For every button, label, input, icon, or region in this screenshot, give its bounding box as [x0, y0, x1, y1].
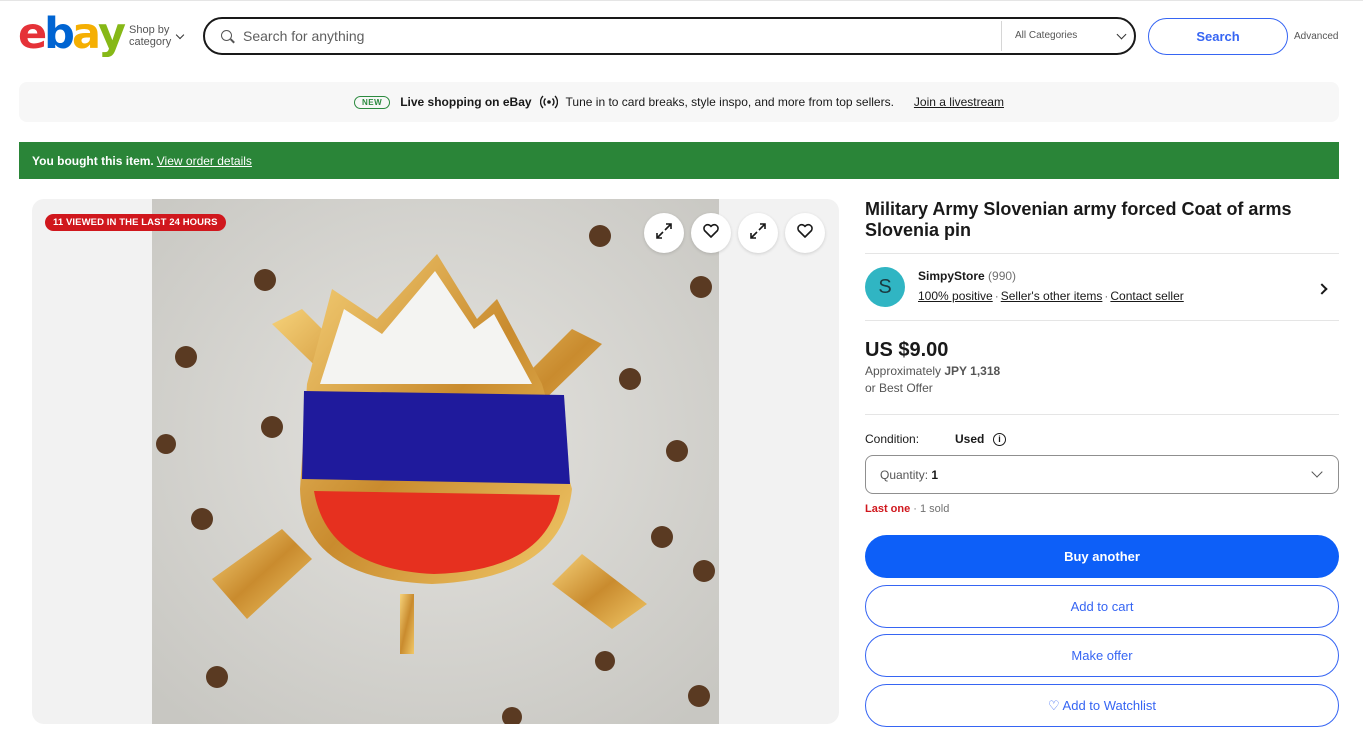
seller-other-items-link[interactable]: Seller's other items [1001, 289, 1103, 303]
watch-heart-button[interactable] [785, 213, 825, 253]
new-badge: NEW [354, 95, 391, 109]
approx-price: Approximately JPY 1,318 [865, 364, 1000, 378]
item-title: Military Army Slovenian army forced Coat… [865, 199, 1292, 240]
purchase-banner: You bought this item. View order details [19, 142, 1339, 179]
viewed-count-badge: 11 VIEWED IN THE LAST 24 HOURS [45, 214, 226, 231]
logo-letter-e: e [18, 9, 47, 59]
image-gallery: 11 VIEWED IN THE LAST 24 HOURS [32, 199, 839, 724]
chevron-down-icon[interactable] [175, 30, 185, 40]
divider [865, 320, 1339, 321]
add-to-cart-button[interactable]: Add to cart [865, 585, 1339, 628]
expand-button[interactable] [644, 213, 684, 253]
quantity-label: Quantity: 1 [880, 468, 938, 482]
chevron-down-icon [1311, 466, 1323, 478]
add-to-watchlist-button[interactable]: ♡ Add to Watchlist [865, 684, 1339, 727]
broadcast-icon [539, 95, 558, 109]
quantity-label-text: Quantity: [880, 468, 929, 482]
divider [865, 414, 1339, 415]
category-select[interactable]: All Categories [1015, 30, 1077, 41]
separator: · [1104, 289, 1109, 303]
item-price: US $9.00 [865, 339, 949, 361]
shop-by-category[interactable]: Shop by category [129, 24, 171, 48]
quantity-value: 1 [931, 468, 939, 482]
seller-name[interactable]: SimpyStore [918, 269, 985, 283]
best-offer-text: or Best Offer [865, 381, 933, 395]
seller-positive-link[interactable]: 100% positive [918, 289, 993, 303]
live-banner-title: Live shopping on eBay [400, 95, 532, 109]
seller-links: 100% positive · Seller's other items · Conta… [918, 289, 1184, 303]
chevron-right-icon[interactable] [1316, 283, 1328, 295]
separator: · [994, 289, 999, 303]
seller-feedback-count: (990) [988, 269, 1017, 283]
join-livestream-link[interactable]: Join a livestream [914, 95, 1004, 109]
shop-by-line1: Shop by [129, 24, 170, 36]
sold-count: · 1 sold [910, 503, 950, 515]
seller-avatar[interactable]: S [865, 267, 905, 307]
divider [1001, 21, 1002, 51]
shop-by-line2: category [129, 36, 172, 48]
expand-icon [748, 221, 768, 246]
search-bar: All Categories [203, 17, 1136, 55]
expand-button[interactable] [738, 213, 778, 253]
advanced-search-link[interactable]: Advanced [1294, 31, 1338, 42]
watch-heart-button[interactable] [691, 213, 731, 253]
expand-icon [654, 221, 674, 246]
header: ebay Shop by category All Categories Sea… [0, 0, 1363, 72]
last-one-label: Last one [865, 503, 911, 515]
view-order-details-link[interactable]: View order details [157, 154, 252, 168]
logo-letter-a: a [71, 9, 101, 59]
search-icon [221, 30, 232, 41]
stock-status: Last one · 1 sold [865, 503, 949, 515]
condition-value: Used [955, 432, 985, 446]
divider [865, 253, 1339, 254]
ebay-logo[interactable]: ebay [18, 9, 126, 59]
quantity-select[interactable]: Quantity: 1 [865, 455, 1339, 494]
product-photo[interactable] [152, 199, 719, 724]
heart-icon [795, 221, 815, 246]
purchase-message: You bought this item. [32, 153, 154, 168]
logo-letter-b: b [44, 9, 75, 59]
make-offer-button[interactable]: Make offer [865, 634, 1339, 677]
approx-prefix: Approximately [865, 364, 942, 378]
live-shopping-banner: NEW Live shopping on eBay Tune in to car… [19, 82, 1339, 122]
chevron-down-icon[interactable] [1116, 29, 1127, 40]
info-icon[interactable]: i [993, 433, 1006, 446]
approx-value: JPY 1,318 [944, 364, 1001, 378]
condition-label: Condition: [865, 432, 920, 446]
live-banner-description: Tune in to card breaks, style inspo, and… [565, 95, 894, 109]
logo-letter-y: y [97, 9, 126, 59]
search-button[interactable]: Search [1148, 18, 1288, 55]
search-input[interactable] [243, 19, 993, 53]
buy-another-button[interactable]: Buy another [865, 535, 1339, 578]
heart-icon [701, 221, 721, 246]
contact-seller-link[interactable]: Contact seller [1110, 289, 1183, 303]
seller-info: SimpyStore (990) [918, 269, 1016, 283]
